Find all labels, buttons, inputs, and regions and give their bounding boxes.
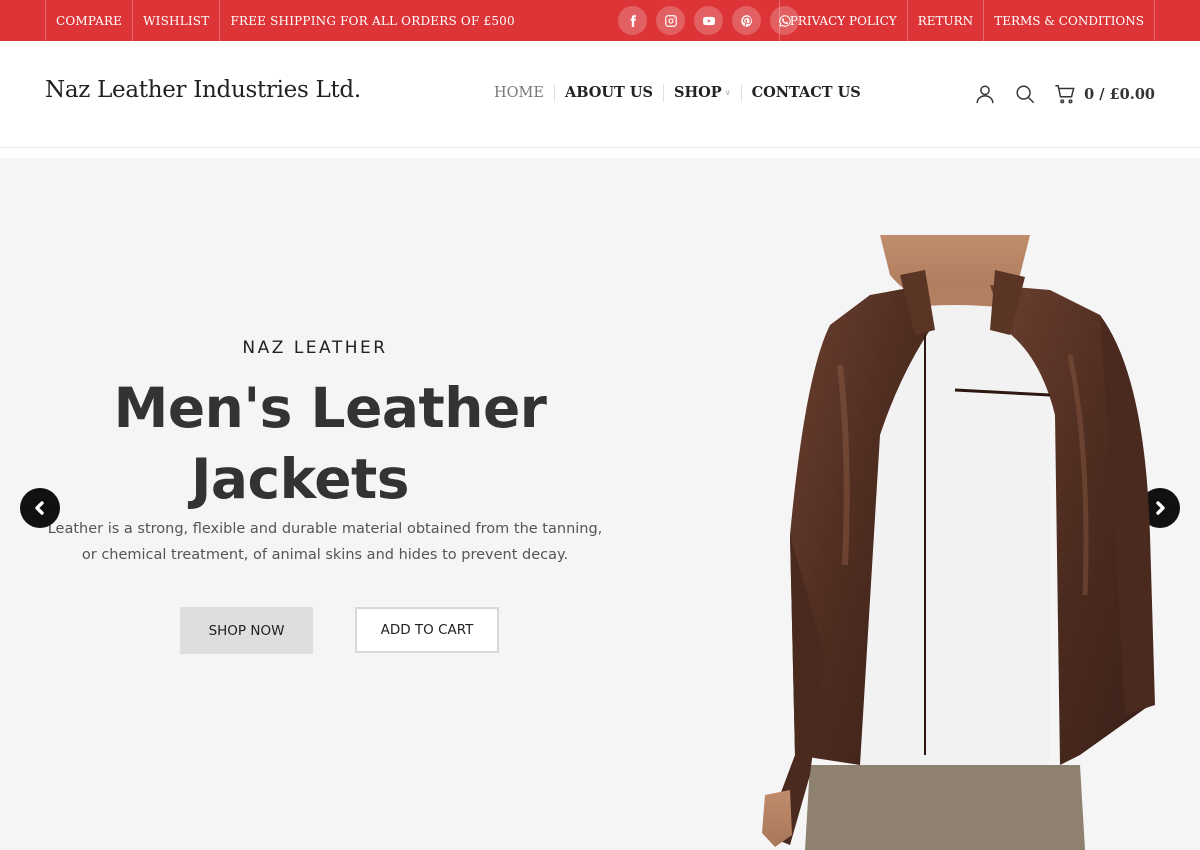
cart-total: 0 / £0.00: [1084, 85, 1155, 103]
social-links: [618, 6, 799, 35]
nav-contact-label: CONTACT US: [751, 84, 861, 101]
nav-about-us[interactable]: ABOUT US: [553, 84, 663, 102]
return-link[interactable]: RETURN: [906, 0, 983, 41]
main-header: Naz Leather Industries Ltd. HOME ABOUT U…: [0, 41, 1200, 148]
top-bar-right-links: PRIVACY POLICY RETURN TERMS & CONDITIONS: [778, 0, 1155, 41]
privacy-policy-link[interactable]: PRIVACY POLICY: [778, 0, 907, 41]
shop-now-button[interactable]: SHOP NOW: [180, 607, 313, 654]
header-actions: 0 / £0.00: [956, 83, 1155, 105]
hero-product-image: [762, 235, 1155, 850]
nav-contact-us[interactable]: CONTACT US: [740, 84, 871, 102]
main-nav: HOME ABOUT US SHOP ∨ CONTACT US: [494, 84, 871, 102]
nav-home-label: HOME: [494, 85, 544, 101]
terms-link[interactable]: TERMS & CONDITIONS: [983, 0, 1155, 41]
chevron-down-icon: ∨: [724, 88, 731, 97]
hero-title: Men's Leather Jackets: [20, 373, 640, 515]
nav-home[interactable]: HOME: [494, 84, 554, 102]
compare-link[interactable]: COMPARE: [45, 0, 132, 41]
instagram-icon[interactable]: [656, 6, 685, 35]
facebook-icon[interactable]: [618, 6, 647, 35]
youtube-icon[interactable]: [694, 6, 723, 35]
wishlist-link[interactable]: WISHLIST: [132, 0, 219, 41]
top-bar: COMPARE WISHLIST FREE SHIPPING FOR ALL O…: [0, 0, 1200, 41]
hero-title-line1: Men's Leather: [113, 376, 547, 440]
site-logo[interactable]: Naz Leather Industries Ltd.: [45, 77, 361, 103]
top-bar-left-links: COMPARE WISHLIST FREE SHIPPING FOR ALL O…: [45, 0, 525, 41]
hero-slider: NAZ LEATHER Men's Leather Jackets Leathe…: [0, 158, 1200, 850]
add-to-cart-button[interactable]: ADD TO CART: [355, 607, 499, 653]
search-icon[interactable]: [1014, 83, 1036, 105]
free-shipping-text: FREE SHIPPING FOR ALL ORDERS OF £500: [219, 0, 524, 41]
hero-kicker: NAZ LEATHER: [242, 338, 388, 358]
cart-button[interactable]: 0 / £0.00: [1054, 83, 1155, 105]
user-icon[interactable]: [974, 83, 996, 105]
nav-about-label: ABOUT US: [564, 84, 653, 101]
nav-shop[interactable]: SHOP ∨: [662, 84, 741, 102]
nav-shop-label: SHOP: [673, 84, 722, 101]
hero-description: Leather is a strong, flexible and durabl…: [30, 516, 620, 568]
pinterest-icon[interactable]: [732, 6, 761, 35]
cart-icon: [1055, 85, 1075, 104]
hero-desc-line2: or chemical treatment, of animal skins a…: [81, 547, 569, 563]
chevron-left-icon: [35, 501, 44, 515]
slider-prev-button[interactable]: [20, 488, 60, 528]
hero-title-line2: Jackets: [190, 447, 410, 511]
hero-desc-line1: Leather is a strong, flexible and durabl…: [47, 521, 603, 537]
